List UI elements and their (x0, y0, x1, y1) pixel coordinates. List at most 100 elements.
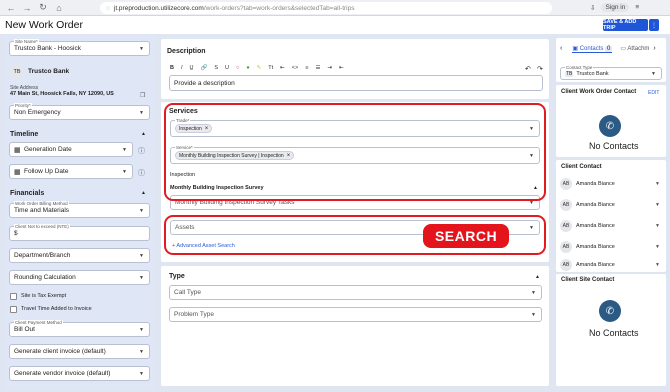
chevron-right-icon[interactable]: › (653, 45, 655, 52)
payment-method-select[interactable]: Client Payment Method Bill Out ▼ (9, 320, 150, 337)
contact-name: Amanda Biance (576, 181, 615, 187)
tax-exempt-checkbox[interactable] (10, 293, 17, 300)
chevron-down-icon: ▼ (139, 348, 144, 355)
download-icon[interactable]: ⇩ (590, 4, 595, 12)
rich-text-toolbar: B I U̲ 🔗 S U ○ ● ✎ Tt ⇤ <> ≡ ☰ ⇥ ⇤ (170, 65, 351, 71)
chevron-down-icon: ▼ (139, 207, 144, 214)
contact-name: Amanda Biance (576, 202, 615, 208)
contact-type-avatar: TB (565, 70, 574, 77)
address-bar[interactable]: ◌ jt.preproduction.utilizecore.com /work… (100, 2, 552, 14)
forward-icon[interactable]: → (22, 3, 32, 13)
description-title: Description (167, 48, 206, 55)
list-item[interactable]: AB Amanda Biance ▼ (560, 259, 664, 271)
bullet-list-icon[interactable]: ≡ (305, 65, 308, 71)
problem-type-select[interactable]: Problem Type ▼ (169, 307, 542, 322)
financials-title: Financials (10, 190, 45, 197)
code-icon[interactable]: <> (292, 65, 298, 71)
tab-contacts[interactable]: ▣ Contacts 0 (572, 45, 613, 53)
site-name-select[interactable]: Site Name* Trustco Bank - Hoosick ▼ (9, 39, 150, 56)
department-select[interactable]: Department/Branch ▼ (9, 248, 150, 263)
nte-input[interactable]: Client Not to exceed (NTE) $ (9, 224, 150, 241)
chevron-up-icon[interactable]: ▲ (535, 274, 540, 280)
search-badge: SEARCH (423, 224, 509, 248)
call-type-select[interactable]: Call Type ▼ (169, 285, 542, 300)
underline2-icon[interactable]: U (225, 65, 229, 71)
underline-icon[interactable]: U̲ (190, 65, 194, 71)
numbered-list-icon[interactable]: ☰ (315, 65, 320, 71)
clear-format-icon[interactable]: ⇤ (280, 65, 285, 71)
site-name-label: Site Name* (14, 39, 39, 44)
travel-time-checkbox[interactable] (10, 306, 17, 313)
tab-attachments[interactable]: ▭ Attachm (620, 45, 649, 52)
browser-toolbar: ← → ↻ ⌂ ◌ jt.preproduction.utilizecore.c… (0, 0, 670, 16)
site-name-value: Trustco Bank - Hoosick (14, 45, 81, 52)
middle-panel: Description B I U̲ 🔗 S U ○ ● ✎ Tt ⇤ <> ≡… (158, 35, 552, 390)
list-item[interactable]: AB Amanda Biance ▼ (560, 239, 664, 255)
rounding-select[interactable]: Rounding Calculation ▼ (9, 270, 150, 285)
chevron-down-icon: ▼ (139, 326, 144, 333)
follow-up-date-field[interactable]: ▦ Follow Up Date ▼ (9, 164, 133, 179)
priority-select[interactable]: Priority* Non Emergency ▼ (9, 103, 150, 120)
text-size-icon[interactable]: Tt (268, 65, 273, 71)
list-item[interactable]: AB Amanda Biance ▼ (560, 176, 664, 192)
back-icon[interactable]: ← (6, 3, 16, 13)
save-add-trip-button[interactable]: SAVE & ADD TRIP (603, 19, 648, 31)
follow-up-date-placeholder: Follow Up Date (24, 168, 69, 175)
info-icon[interactable]: ⓘ (138, 146, 145, 156)
redo-icon[interactable]: ↷ (537, 65, 543, 73)
circle-green-icon[interactable]: ● (246, 65, 249, 71)
chevron-left-icon[interactable]: ‹ (560, 45, 562, 52)
contact-name: Amanda Biance (576, 244, 615, 250)
company-name: Trustco Bank (28, 68, 70, 75)
link-icon[interactable]: 🔗 (201, 65, 208, 71)
home-icon[interactable]: ⌂ (54, 3, 64, 13)
circle-red-icon[interactable]: ○ (236, 65, 239, 71)
contact-type-card: ‹ ▣ Contacts 0 ▭ Attachm › Contact Type … (556, 38, 666, 82)
chevron-down-icon: ▼ (655, 202, 660, 208)
page-title: New Work Order (5, 19, 83, 31)
timeline-title: Timeline (10, 131, 39, 138)
edit-link[interactable]: EDIT (648, 90, 659, 96)
indent-icon[interactable]: ⇥ (327, 65, 332, 71)
chevron-down-icon: ▼ (531, 289, 536, 296)
contact-type-select[interactable]: Contact Type TB Trustco Bank ▼ (560, 65, 662, 80)
avatar: AB (560, 178, 572, 190)
contact-type-label: Contact Type (565, 65, 594, 70)
app-header: New Work Order SAVE & ADD TRIP ⋮ (0, 16, 670, 34)
avatar: AB (560, 259, 572, 271)
generation-date-field[interactable]: ▦ Generation Date ▼ (9, 142, 133, 157)
client-site-contact-card: Client Site Contact ✆ No Contacts (556, 274, 666, 386)
outdent-icon[interactable]: ⇤ (339, 65, 344, 71)
vendor-invoice-select[interactable]: Generate vendor invoice (default) ▼ (9, 366, 150, 381)
copy-icon[interactable]: ❐ (140, 92, 145, 99)
chevron-down-icon: ▼ (122, 146, 127, 153)
list-item[interactable]: AB Amanda Biance ▼ (560, 218, 664, 234)
no-contacts-text: No Contacts (589, 328, 639, 338)
menu-icon[interactable]: ≡ (635, 4, 639, 11)
chevron-down-icon: ▼ (139, 274, 144, 281)
tab-contacts-label: Contacts (579, 45, 604, 52)
chevron-up-icon[interactable]: ▲ (141, 190, 146, 196)
chevron-down-icon: ▼ (139, 252, 144, 259)
description-input[interactable]: Provide a description (169, 75, 543, 91)
nte-value: $ (14, 230, 18, 237)
undo-icon[interactable]: ↶ (525, 65, 531, 73)
rounding-placeholder: Rounding Calculation (14, 274, 76, 281)
right-tabs: ‹ ▣ Contacts 0 ▭ Attachm › (560, 43, 664, 54)
site-address-value: 47 Main St, Hoosick Falls, NY 12090, US (10, 91, 114, 97)
italic-icon[interactable]: I (181, 65, 183, 71)
client-invoice-select[interactable]: Generate client invoice (default) ▼ (9, 344, 150, 359)
chevron-up-icon[interactable]: ▲ (141, 131, 146, 137)
list-item[interactable]: AB Amanda Biance ▼ (560, 197, 664, 213)
more-options-button[interactable]: ⋮ (649, 19, 659, 31)
bold-icon[interactable]: B (170, 65, 174, 71)
contacts-count-badge: 0 (605, 45, 613, 52)
calendar-icon: ▦ (14, 168, 21, 176)
strike-icon[interactable]: S (214, 65, 218, 71)
billing-method-select[interactable]: Work Order Billing Method Time and Mater… (9, 201, 150, 218)
reload-icon[interactable]: ↻ (38, 2, 48, 13)
sign-in-button[interactable]: Sign in (601, 3, 630, 12)
highlight-icon[interactable]: ✎ (257, 65, 262, 71)
generation-date-placeholder: Generation Date (24, 146, 72, 153)
info-icon[interactable]: ⓘ (138, 168, 145, 178)
